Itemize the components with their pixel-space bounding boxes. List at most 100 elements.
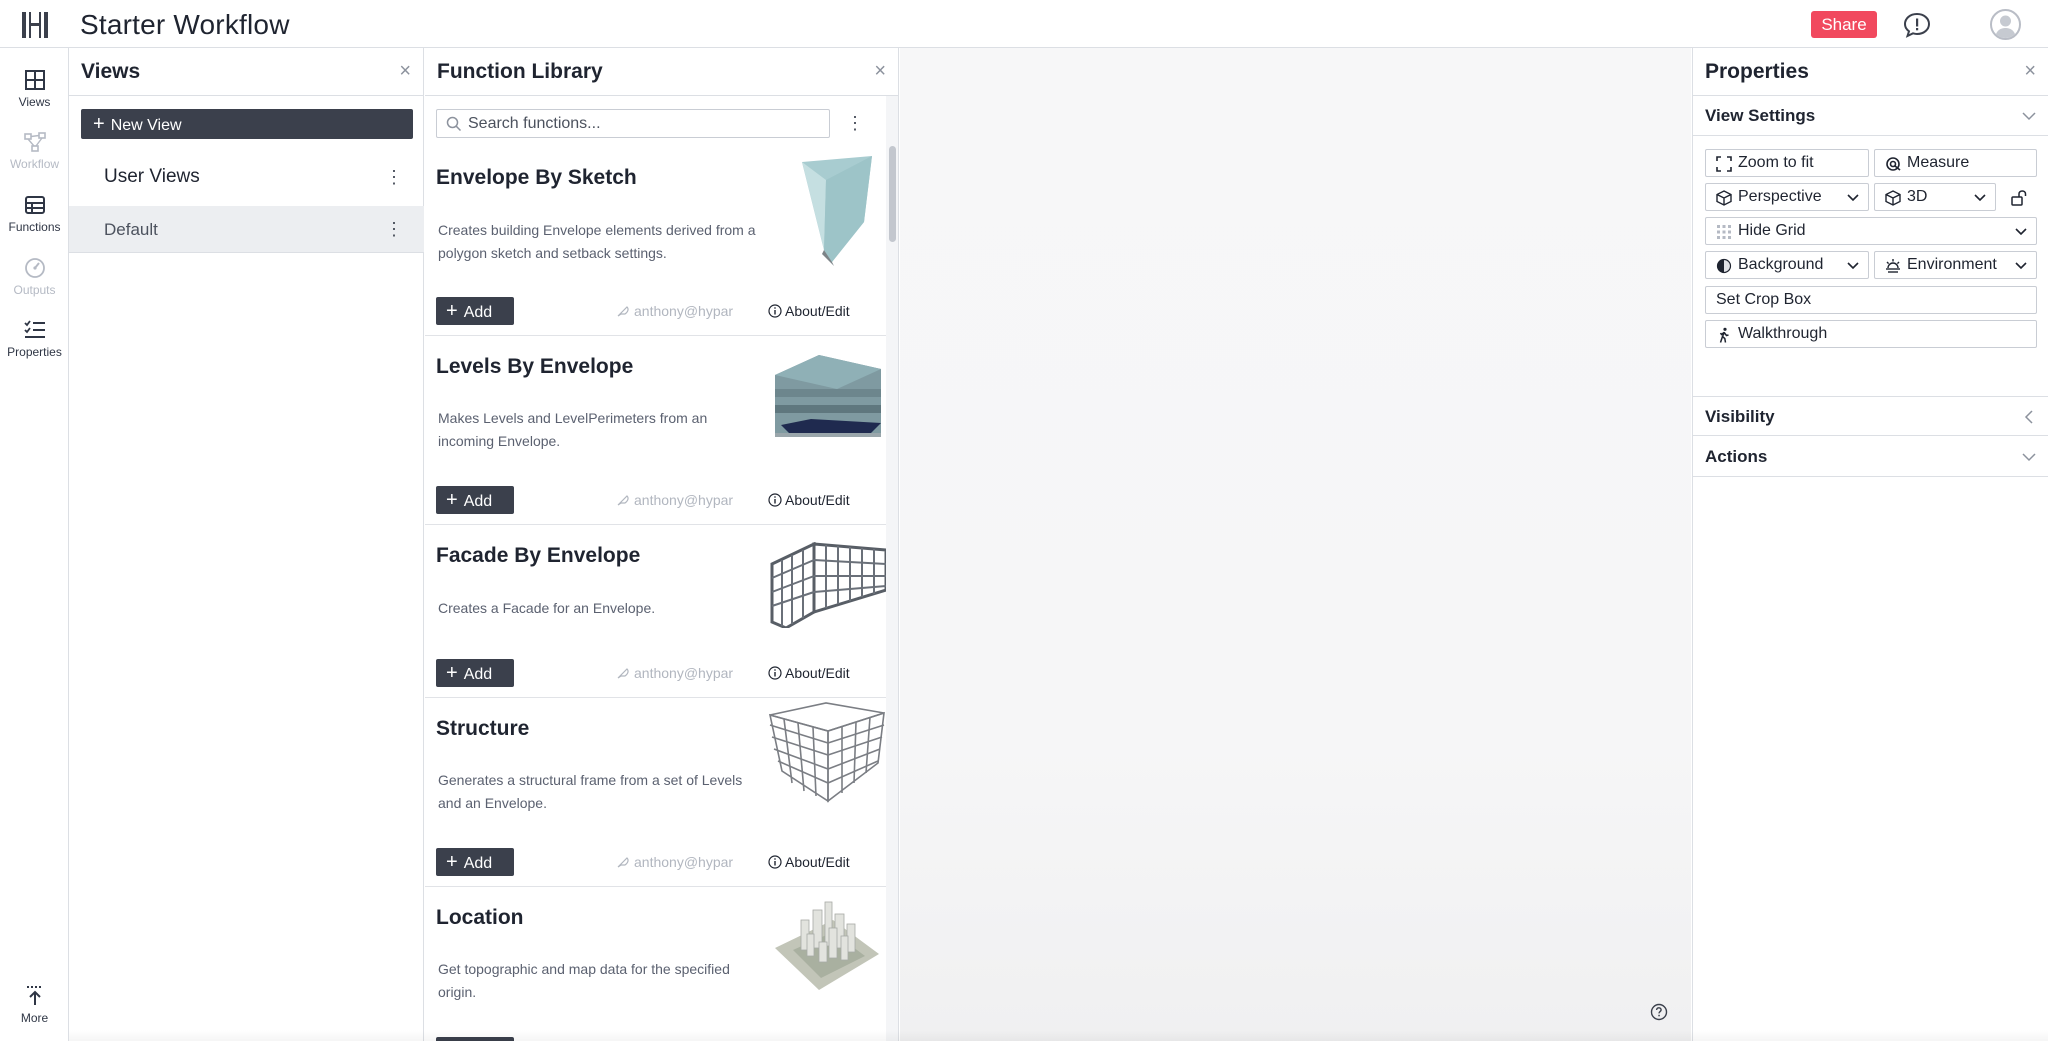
- button-label: Environment: [1907, 256, 1997, 273]
- kebab-menu-icon[interactable]: ⋮: [384, 219, 404, 239]
- zoom-to-fit-button[interactable]: Zoom to fit: [1705, 149, 1869, 177]
- kebab-menu-icon[interactable]: ⋮: [845, 113, 865, 133]
- button-label: Hide Grid: [1738, 222, 1806, 239]
- function-card-location: Location Get topographic and map data fo…: [425, 888, 886, 1041]
- set-crop-box-button[interactable]: Set Crop Box: [1705, 286, 2037, 314]
- new-view-label: New View: [110, 116, 182, 134]
- function-card-structure: Structure Generates a structural frame f…: [425, 699, 886, 887]
- functions-icon: [24, 196, 45, 214]
- rail-item-properties[interactable]: Properties: [0, 312, 69, 372]
- section-label: Actions: [1705, 447, 1768, 466]
- views-panel-header: Views ×: [69, 48, 423, 96]
- 3d-mode-dropdown[interactable]: 3D: [1874, 183, 1996, 211]
- rail-item-outputs[interactable]: Outputs: [0, 250, 69, 310]
- feedback-icon[interactable]: [1902, 11, 1932, 39]
- rail-item-views[interactable]: Views: [0, 62, 69, 122]
- chevron-left-icon: [2024, 410, 2033, 424]
- background-dropdown[interactable]: Background: [1705, 251, 1869, 279]
- add-function-button[interactable]: + Add: [436, 659, 514, 687]
- add-function-button[interactable]: + Add: [436, 297, 514, 325]
- user-views-group: User Views ⋮: [69, 152, 424, 202]
- new-view-button[interactable]: + New View: [81, 109, 413, 139]
- chevron-down-icon: [2022, 453, 2036, 462]
- close-icon[interactable]: ×: [2024, 60, 2036, 83]
- card-title: Location: [436, 906, 524, 929]
- feather-icon: [617, 306, 629, 317]
- 3d-viewport[interactable]: [900, 48, 1691, 1041]
- function-card-levels-by-envelope: Levels By Envelope Makes Levels and Leve…: [425, 337, 886, 525]
- scrollbar-thumb[interactable]: [889, 146, 896, 242]
- measure-button[interactable]: Measure: [1874, 149, 2037, 177]
- measure-icon: [1886, 157, 1901, 171]
- unlock-icon[interactable]: [2010, 189, 2028, 207]
- add-label: Add: [463, 854, 493, 872]
- chevron-down-icon: [1847, 194, 1859, 202]
- walkthrough-button[interactable]: Walkthrough: [1705, 320, 2037, 348]
- chevron-down-icon: [2022, 112, 2036, 121]
- author-label: anthony@hypar: [634, 303, 734, 319]
- search-input[interactable]: [468, 113, 823, 135]
- rail-item-label: Properties: [7, 345, 62, 359]
- user-avatar[interactable]: [1990, 9, 2021, 40]
- grid-icon: [24, 70, 45, 90]
- perspective-dropdown[interactable]: Perspective: [1705, 183, 1869, 211]
- workflow-title[interactable]: Starter Workflow: [80, 8, 290, 42]
- rail-item-functions[interactable]: Functions: [0, 187, 69, 247]
- button-label: Background: [1738, 256, 1824, 273]
- environment-dropdown[interactable]: Environment: [1874, 251, 2037, 279]
- chevron-down-icon: [2015, 228, 2027, 236]
- grid-toggle-dropdown[interactable]: Hide Grid: [1705, 217, 2037, 245]
- about-edit-link[interactable]: About/Edit: [768, 665, 850, 681]
- card-title: Structure: [436, 717, 530, 740]
- card-title: Facade By Envelope: [436, 544, 641, 567]
- properties-panel-title: Properties: [1705, 60, 1809, 83]
- about-edit-link[interactable]: About/Edit: [768, 854, 850, 870]
- about-label: About/Edit: [785, 854, 850, 870]
- add-function-button[interactable]: + Add: [436, 486, 514, 514]
- rail-item-label: Functions: [8, 220, 61, 234]
- about-label: About/Edit: [785, 492, 850, 508]
- rail-item-label: Views: [18, 95, 51, 109]
- plus-icon: +: [446, 661, 458, 684]
- actions-section[interactable]: Actions: [1693, 437, 2048, 477]
- add-label: Add: [463, 665, 493, 683]
- close-icon[interactable]: ×: [399, 60, 411, 83]
- facade-thumbnail: [770, 542, 886, 628]
- kebab-menu-icon[interactable]: ⋮: [384, 167, 404, 187]
- arrow-up-icon: [26, 986, 43, 1005]
- help-icon[interactable]: [1650, 1003, 1668, 1021]
- card-title: Envelope By Sketch: [436, 166, 637, 189]
- views-panel-title: Views: [81, 60, 141, 83]
- rail-item-workflow[interactable]: Workflow: [0, 124, 69, 184]
- structure-thumbnail: [768, 702, 885, 803]
- rail-item-more[interactable]: More: [0, 978, 69, 1038]
- card-author[interactable]: anthony@hypar: [616, 492, 733, 508]
- about-edit-link[interactable]: About/Edit: [768, 492, 850, 508]
- card-description: Generates a structural frame from a set …: [438, 772, 743, 811]
- plus-icon: +: [446, 850, 458, 873]
- rail-item-label: More: [20, 1011, 49, 1025]
- library-scrollbar[interactable]: [886, 96, 898, 1041]
- hypar-logo-icon[interactable]: [20, 10, 50, 40]
- function-card-envelope-by-sketch: Envelope By Sketch Creates building Enve…: [425, 148, 886, 336]
- share-button[interactable]: Share: [1811, 11, 1877, 38]
- about-edit-link[interactable]: About/Edit: [768, 303, 850, 319]
- plus-icon: +: [446, 299, 458, 322]
- view-settings-section[interactable]: View Settings: [1693, 96, 2048, 136]
- card-description: Creates a Facade for an Envelope.: [438, 600, 656, 616]
- author-label: anthony@hypar: [634, 854, 734, 870]
- sunrise-icon: [1886, 259, 1900, 273]
- card-author[interactable]: anthony@hypar: [616, 854, 733, 870]
- add-label: Add: [463, 303, 493, 321]
- close-icon[interactable]: ×: [874, 60, 886, 83]
- button-label: Zoom to fit: [1738, 154, 1814, 171]
- card-author[interactable]: anthony@hypar: [616, 665, 733, 681]
- add-function-button[interactable]: + Add: [436, 848, 514, 876]
- view-item-default[interactable]: Default ⋮: [69, 206, 424, 253]
- about-label: About/Edit: [785, 665, 850, 681]
- card-title: Levels By Envelope: [436, 355, 634, 378]
- visibility-section[interactable]: Visibility: [1693, 396, 2048, 436]
- bottom-shadow: [69, 1030, 2048, 1041]
- grid-dots-icon: [1717, 225, 1731, 239]
- card-author[interactable]: anthony@hypar: [616, 303, 733, 319]
